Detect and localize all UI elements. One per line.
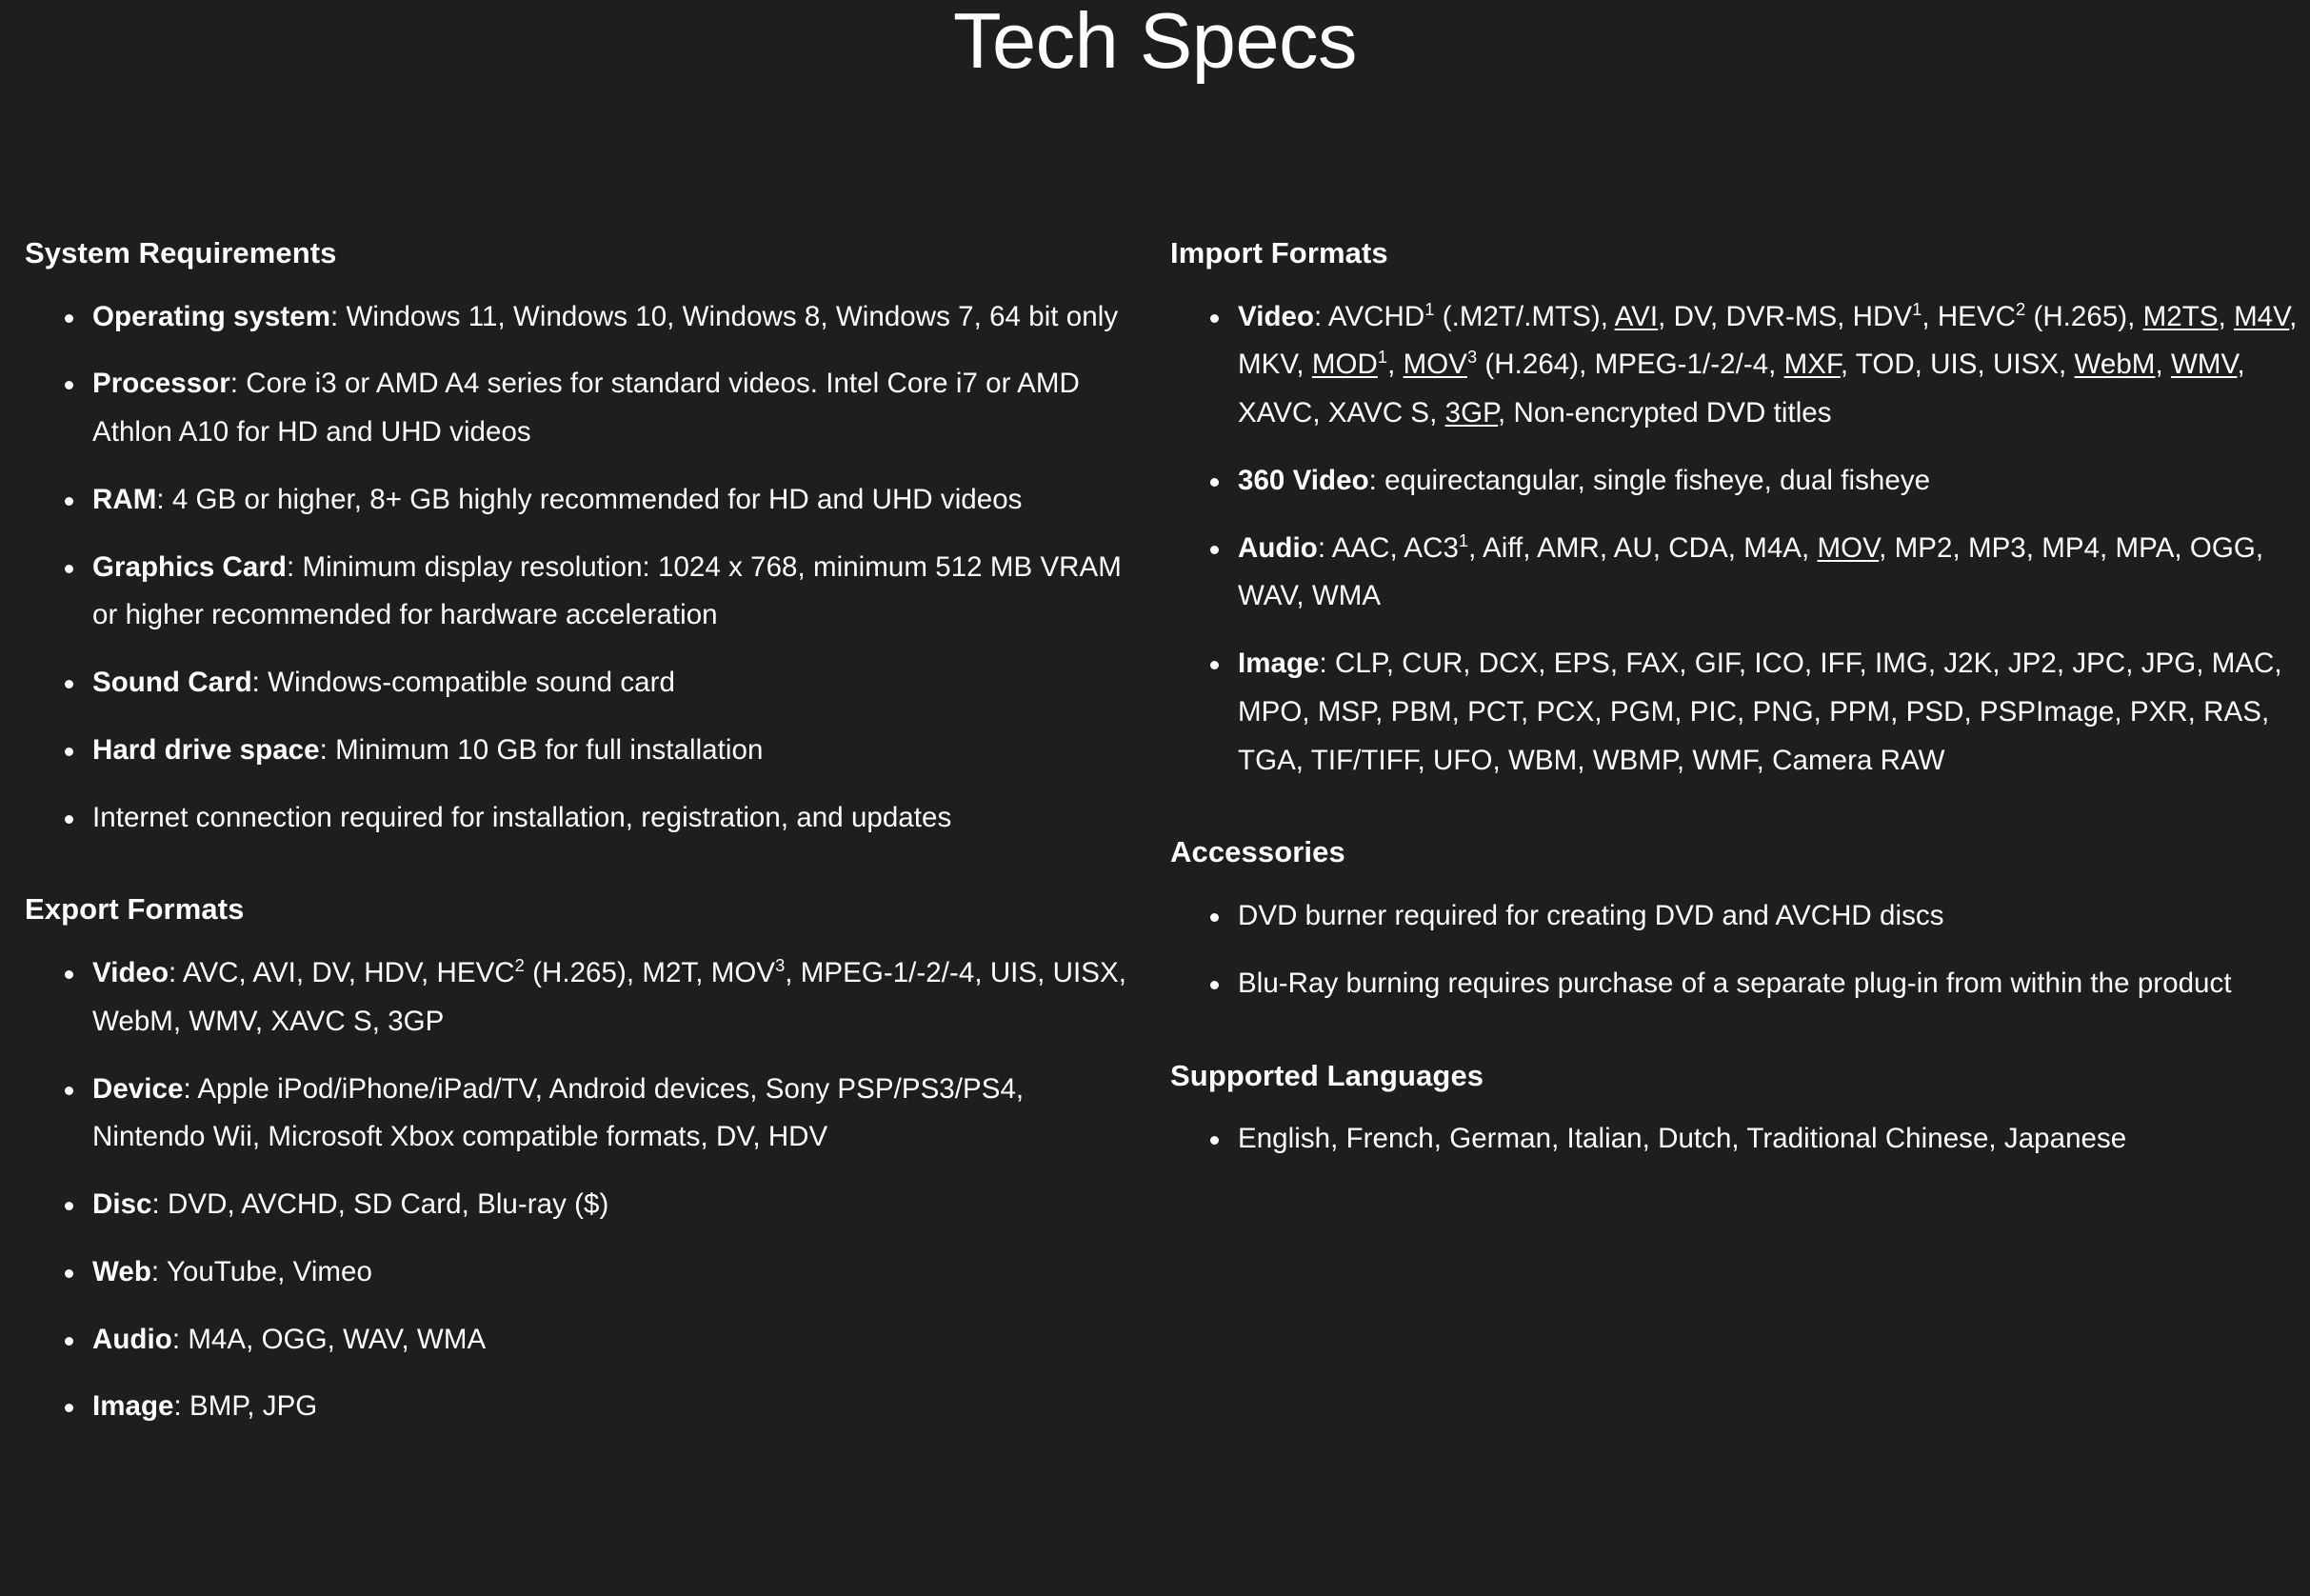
- list-item-separator: :: [251, 667, 269, 699]
- accessories-list: DVD burner required for creating DVD and…: [1170, 892, 2310, 1007]
- export-formats-list: Video: AVC, AVI, DV, HDV, HEVC2 (H.265),…: [25, 949, 1142, 1431]
- list-item: Audio: M4A, OGG, WAV, WMA: [25, 1316, 1142, 1365]
- list-item-separator: :: [330, 300, 347, 332]
- list-item: Hard drive space: Minimum 10 GB for full…: [25, 727, 1142, 775]
- list-item: Graphics Card: Minimum display resolutio…: [25, 544, 1142, 640]
- list-item-text: English, French, German, Italian, Dutch,…: [1238, 1123, 2127, 1155]
- list-item-separator: :: [150, 1255, 167, 1287]
- list-item-label: Video: [92, 957, 169, 989]
- section-system-requirements: System Requirements Operating system: Wi…: [25, 235, 1142, 842]
- list-item-separator: :: [1368, 464, 1385, 496]
- section-export-formats: Export Formats Video: AVC, AVI, DV, HDV,…: [25, 891, 1142, 1431]
- list-item-label: Processor: [92, 368, 230, 400]
- list-item-separator: :: [1319, 648, 1336, 680]
- list-item: Image: CLP, CUR, DCX, EPS, FAX, GIF, ICO…: [1170, 640, 2310, 785]
- section-title-accessories: Accessories: [1170, 835, 1345, 869]
- list-item-text: Minimum 10 GB for full installation: [335, 733, 764, 766]
- list-item-text: AVCHD1 (.M2T/.MTS), AVI, DV, DVR-MS, HDV…: [1238, 298, 2298, 429]
- supported-languages-list: English, French, German, Italian, Dutch,…: [1170, 1115, 2310, 1164]
- list-item-label: Hard drive space: [92, 733, 320, 766]
- list-item-text: DVD, AVCHD, SD Card, Blu-ray ($): [168, 1188, 609, 1221]
- list-item-label: Audio: [1238, 531, 1318, 564]
- list-item-separator: :: [169, 957, 183, 989]
- list-item-label: Graphics Card: [92, 550, 287, 583]
- list-item: Audio: AAC, AC31, Aiff, AMR, AU, CDA, M4…: [1170, 525, 2310, 621]
- list-item-text: YouTube, Vimeo: [166, 1255, 372, 1287]
- list-item: Video: AVCHD1 (.M2T/.MTS), AVI, DV, DVR-…: [1170, 293, 2310, 438]
- list-item-text: Blu-Ray burning requires purchase of a s…: [1238, 967, 2232, 999]
- list-item-text: AVC, AVI, DV, HDV, HEVC2 (H.265), M2T, M…: [92, 955, 1126, 1037]
- left-column: System Requirements Operating system: Wi…: [25, 235, 1170, 1431]
- list-item-label: Audio: [92, 1323, 172, 1355]
- list-item-label: Video: [1238, 300, 1315, 332]
- right-column: Import Formats Video: AVCHD1 (.M2T/.MTS)…: [1170, 235, 2310, 1164]
- list-item-label: Web: [92, 1255, 151, 1287]
- list-item-text: Windows-compatible sound card: [268, 667, 675, 699]
- list-item-separator: :: [319, 733, 336, 766]
- list-item-text: BMP, JPG: [189, 1390, 318, 1423]
- list-item-separator: :: [151, 1188, 169, 1221]
- list-item: Operating system: Windows 11, Windows 10…: [25, 293, 1142, 342]
- list-item-label: Image: [92, 1390, 174, 1423]
- list-item: DVD burner required for creating DVD and…: [1170, 892, 2310, 941]
- list-item-text: AAC, AC31, Aiff, AMR, AU, CDA, M4A, MOV,…: [1238, 529, 2264, 612]
- list-item-label: 360 Video: [1238, 464, 1369, 496]
- content-columns: System Requirements Operating system: Wi…: [0, 235, 2310, 1431]
- list-item-separator: :: [286, 550, 303, 583]
- list-item-text: Apple iPod/iPhone/iPad/TV, Android devic…: [92, 1072, 1025, 1153]
- list-item: Sound Card: Windows-compatible sound car…: [25, 659, 1142, 708]
- list-item: RAM: 4 GB or higher, 8+ GB highly recomm…: [25, 476, 1142, 525]
- list-item-text: equirectangular, single fisheye, dual fi…: [1384, 464, 1931, 496]
- list-item-label: Sound Card: [92, 667, 252, 699]
- list-item-text: Windows 11, Windows 10, Windows 8, Windo…: [346, 300, 1119, 332]
- list-item-separator: :: [229, 368, 247, 400]
- section-title-export-formats: Export Formats: [25, 892, 245, 927]
- list-item: Processor: Core i3 or AMD A4 series for …: [25, 360, 1142, 456]
- list-item-label: Disc: [92, 1188, 152, 1221]
- list-item-separator: :: [1317, 531, 1332, 564]
- list-item-text: 4 GB or higher, 8+ GB highly recommended…: [171, 483, 1023, 515]
- list-item-text: M4A, OGG, WAV, WMA: [188, 1323, 487, 1355]
- list-item: Blu-Ray burning requires purchase of a s…: [1170, 960, 2310, 1008]
- list-item-separator: :: [171, 1323, 189, 1355]
- section-title-supported-languages: Supported Languages: [1170, 1058, 1484, 1092]
- list-item-text: DVD burner required for creating DVD and…: [1238, 900, 1944, 932]
- list-item-label: Device: [92, 1072, 184, 1105]
- import-formats-list: Video: AVCHD1 (.M2T/.MTS), AVI, DV, DVR-…: [1170, 293, 2310, 786]
- list-item-separator: :: [1314, 300, 1328, 332]
- page-title: Tech Specs: [952, 0, 1358, 85]
- list-item: Device: Apple iPod/iPhone/iPad/TV, Andro…: [25, 1066, 1142, 1162]
- list-item: Web: YouTube, Vimeo: [25, 1248, 1142, 1297]
- list-item-label: RAM: [92, 483, 157, 515]
- section-title-system-requirements: System Requirements: [25, 236, 337, 269]
- section-import-formats: Import Formats Video: AVCHD1 (.M2T/.MTS)…: [1170, 235, 2310, 785]
- list-item-separator: :: [156, 483, 172, 515]
- list-item: English, French, German, Italian, Dutch,…: [1170, 1115, 2310, 1164]
- list-item-text: Internet connection required for install…: [92, 801, 952, 833]
- section-supported-languages: Supported Languages English, French, Ger…: [1170, 1058, 2310, 1164]
- list-item-separator: :: [173, 1390, 190, 1423]
- section-accessories: Accessories DVD burner required for crea…: [1170, 834, 2310, 1007]
- tech-specs-page: Tech Specs System Requirements Operating…: [0, 0, 2310, 1596]
- section-title-import-formats: Import Formats: [1170, 236, 1388, 269]
- list-item: Image: BMP, JPG: [25, 1383, 1142, 1431]
- list-item-text: CLP, CUR, DCX, EPS, FAX, GIF, ICO, IFF, …: [1238, 648, 2282, 776]
- list-item: Video: AVC, AVI, DV, HDV, HEVC2 (H.265),…: [25, 949, 1142, 1046]
- list-item-label: Operating system: [92, 300, 330, 332]
- list-item: 360 Video: equirectangular, single fishe…: [1170, 457, 2310, 506]
- list-item: Disc: DVD, AVCHD, SD Card, Blu-ray ($): [25, 1181, 1142, 1229]
- system-requirements-list: Operating system: Windows 11, Windows 10…: [25, 293, 1142, 843]
- list-item-label: Image: [1238, 648, 1320, 680]
- list-item-separator: :: [183, 1072, 198, 1105]
- list-item: Internet connection required for install…: [25, 794, 1142, 843]
